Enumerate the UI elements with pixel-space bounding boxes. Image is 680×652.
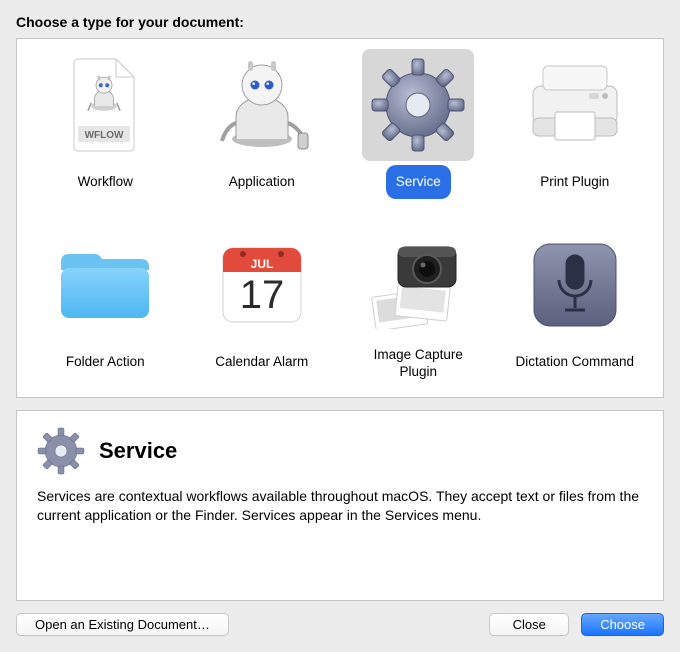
template-label: Print Plugin	[530, 165, 619, 199]
template-label: Dictation Command	[505, 345, 644, 379]
template-service[interactable]: Service	[340, 49, 497, 199]
description-title: Service	[99, 438, 177, 464]
template-dictation[interactable]: Dictation Command	[497, 229, 654, 383]
svg-text:WFLOW: WFLOW	[85, 130, 124, 141]
template-folder-action[interactable]: Folder Action	[27, 229, 184, 383]
template-label: Workflow	[68, 165, 143, 199]
description-box: Service Services are contextual workflow…	[16, 410, 664, 601]
button-row: Open an Existing Document… Close Choose	[16, 613, 664, 636]
folder-action-icon	[49, 229, 161, 341]
description-header: Service	[37, 427, 643, 475]
svg-text:JUL: JUL	[250, 257, 273, 271]
service-icon	[362, 49, 474, 161]
svg-text:17: 17	[240, 273, 285, 317]
close-button[interactable]: Close	[489, 613, 569, 636]
template-chooser-window: Choose a type for your document:	[0, 0, 680, 652]
template-image-capture[interactable]: Image Capture Plugin	[340, 229, 497, 383]
service-icon	[37, 427, 85, 475]
template-label: Image Capture Plugin	[348, 345, 488, 383]
template-calendar-alarm[interactable]: JUL 17 Calendar Alarm	[184, 229, 341, 383]
template-label: Application	[219, 165, 305, 199]
print-plugin-icon	[519, 49, 631, 161]
description-text: Services are contextual workflows availa…	[37, 487, 643, 526]
template-workflow[interactable]: WFLOW Workflow	[27, 49, 184, 199]
chooser-label: Choose a type for your document:	[16, 14, 664, 30]
image-capture-icon	[362, 229, 474, 341]
workflow-icon: WFLOW	[49, 49, 161, 161]
dictation-icon	[519, 229, 631, 341]
template-label: Folder Action	[56, 345, 155, 379]
open-existing-button[interactable]: Open an Existing Document…	[16, 613, 229, 636]
choose-button[interactable]: Choose	[581, 613, 664, 636]
template-application[interactable]: Application	[184, 49, 341, 199]
application-icon	[206, 49, 318, 161]
template-label: Calendar Alarm	[205, 345, 318, 379]
template-print-plugin[interactable]: Print Plugin	[497, 49, 654, 199]
calendar-alarm-icon: JUL 17	[206, 229, 318, 341]
template-label: Service	[386, 165, 451, 199]
template-grid: WFLOW Workflow	[27, 49, 653, 383]
template-grid-box: WFLOW Workflow	[16, 38, 664, 398]
